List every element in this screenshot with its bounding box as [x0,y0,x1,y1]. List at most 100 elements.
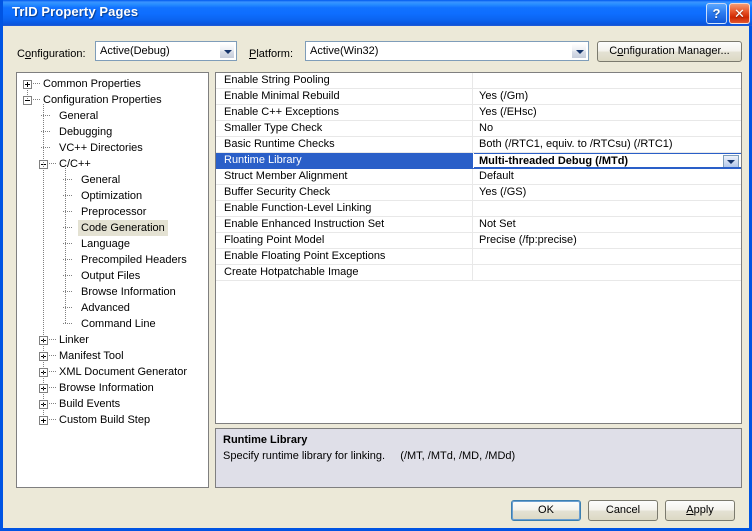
tree-connector-icon [49,339,56,340]
tree-connector-icon [33,83,40,84]
tree-item-code-generation[interactable]: Code Generation [17,220,208,236]
tree-item-label: Configuration Properties [43,94,162,106]
tree-connector-icon [27,88,28,100]
property-row[interactable]: Enable Floating Point Exceptions [216,249,741,265]
property-row[interactable]: Enable C++ Exceptions Yes (/EHsc) [216,105,741,121]
tree-item-label: Browse Information [81,286,176,298]
window-title: TrID Property Pages [12,4,139,19]
property-row[interactable]: Enable Enhanced Instruction Set Not Set [216,217,741,233]
apply-button[interactable]: Apply [665,500,735,521]
property-row[interactable]: Enable String Pooling [216,73,741,89]
tree-item-label: Preprocessor [81,206,147,218]
close-icon[interactable]: ✕ [729,3,750,24]
property-grid[interactable]: Enable String Pooling Enable Minimal Rebu… [215,72,742,424]
tree-item-label: XML Document Generator [59,366,187,378]
property-row[interactable]: Enable Function-Level Linking [216,201,741,217]
property-row[interactable]: Smaller Type Check No [216,121,741,137]
tree-item-c-c[interactable]: C/C++ [17,156,208,172]
property-row[interactable]: Struct Member Alignment Default [216,169,741,185]
property-value[interactable]: Yes (/GS) [474,185,741,200]
property-value[interactable]: Multi-threaded Debug (/MTd) [474,153,741,168]
tree-item-preprocessor[interactable]: Preprocessor [17,204,208,220]
property-name: Smaller Type Check [216,121,473,136]
tree-connector-icon [49,419,56,420]
property-value[interactable]: Not Set [474,217,741,232]
property-row[interactable]: Enable Minimal Rebuild Yes (/Gm) [216,89,741,105]
property-grid-rows: Enable String Pooling Enable Minimal Rebu… [216,73,741,281]
cancel-button[interactable]: Cancel [588,500,658,521]
configuration-manager-button[interactable]: Configuration Manager... [597,41,742,62]
tree-item-label: Command Line [81,318,156,330]
platform-combobox[interactable]: Active(Win32) [305,41,589,61]
tree-item-browse-information[interactable]: Browse Information [17,380,208,396]
tree-item-label: Common Properties [43,78,141,90]
tree-item-debugging[interactable]: Debugging [17,124,208,140]
tree-item-linker[interactable]: Linker [17,332,208,348]
property-name: Buffer Security Check [216,185,473,200]
property-name: Struct Member Alignment [216,169,473,184]
property-name: Enable C++ Exceptions [216,105,473,120]
tree-item-label: General [59,110,99,122]
chevron-down-icon[interactable] [723,155,739,167]
property-row[interactable]: Floating Point Model Precise (/fp:precise… [216,233,741,249]
tree-connector-icon [49,387,56,388]
tree-item-label: Advanced [81,302,130,314]
tree-item-optimization[interactable]: Optimization [17,188,208,204]
tree-item-language[interactable]: Language [17,236,208,252]
tree-item-configuration-properties[interactable]: Configuration Properties [17,92,208,108]
configuration-combobox[interactable]: Active(Debug) [95,41,237,61]
tree-item-output-files[interactable]: Output Files [17,268,208,284]
tree-item-general[interactable]: General [17,172,208,188]
configuration-label: Configuration: [17,48,86,60]
tree-item-label: Build Events [59,398,121,410]
property-tree[interactable]: Common Properties Configuration Propertie… [16,72,209,488]
property-row[interactable]: Create Hotpatchable Image [216,265,741,281]
tree-item-label: Optimization [81,190,143,202]
property-name: Enable Enhanced Instruction Set [216,217,473,232]
tree-item-label: Precompiled Headers [81,254,187,266]
tree-item-common-properties[interactable]: Common Properties [17,76,208,92]
tree-item-build-events[interactable]: Build Events [17,396,208,412]
tree-item-label: Browse Information [59,382,154,394]
property-value[interactable]: Both (/RTC1, equiv. to /RTCsu) (/RTC1) [474,137,741,152]
title-bar[interactable]: TrID Property Pages ? ✕ [3,0,752,26]
property-value[interactable]: Yes (/Gm) [474,89,741,104]
tree-item-custom-build-step[interactable]: Custom Build Step [17,412,208,428]
description-pane: Runtime Library Specify runtime library … [215,428,742,488]
tree-item-label: Output Files [81,270,141,282]
property-row[interactable]: Basic Runtime Checks Both (/RTC1, equiv. … [216,137,741,153]
property-row[interactable]: Runtime Library Multi-threaded Debug (/MT… [216,153,741,169]
property-row[interactable]: Buffer Security Check Yes (/GS) [216,185,741,201]
tree-item-precompiled-headers[interactable]: Precompiled Headers [17,252,208,268]
property-value[interactable] [474,201,741,216]
chevron-down-icon[interactable] [571,43,587,59]
tree-item-manifest-tool[interactable]: Manifest Tool [17,348,208,364]
ok-button[interactable]: OK [511,500,581,521]
property-name: Basic Runtime Checks [216,137,473,152]
tree-item-label: C/C++ [59,158,91,170]
property-value[interactable] [474,73,741,88]
property-value[interactable]: Yes (/EHsc) [474,105,741,120]
tree-item-vc-directories[interactable]: VC++ Directories [17,140,208,156]
tree-item-label: General [81,174,121,186]
property-value[interactable] [474,265,741,280]
property-value[interactable]: Precise (/fp:precise) [474,233,741,248]
tree-item-browse-information[interactable]: Browse Information [17,284,208,300]
property-value[interactable]: Default [474,169,741,184]
description-body: Specify runtime library for linking. (/M… [223,450,516,462]
help-icon[interactable]: ? [706,3,727,24]
property-name: Runtime Library [216,153,473,168]
tree-item-general[interactable]: General [17,108,208,124]
property-value[interactable]: No [474,121,741,136]
tree-connector-icon [43,104,44,420]
tree-item-advanced[interactable]: Advanced [17,300,208,316]
property-value[interactable] [474,249,741,264]
platform-value: Active(Win32) [310,45,379,57]
tree-item-label: VC++ Directories [59,142,143,154]
tree-item-command-line[interactable]: Command Line [17,316,208,332]
tree-item-xml-document-generator[interactable]: XML Document Generator [17,364,208,380]
property-grid-empty-area [216,281,741,423]
tree-connector-icon [33,99,40,100]
chevron-down-icon[interactable] [219,43,235,59]
tree-item-label: Manifest Tool [59,350,124,362]
